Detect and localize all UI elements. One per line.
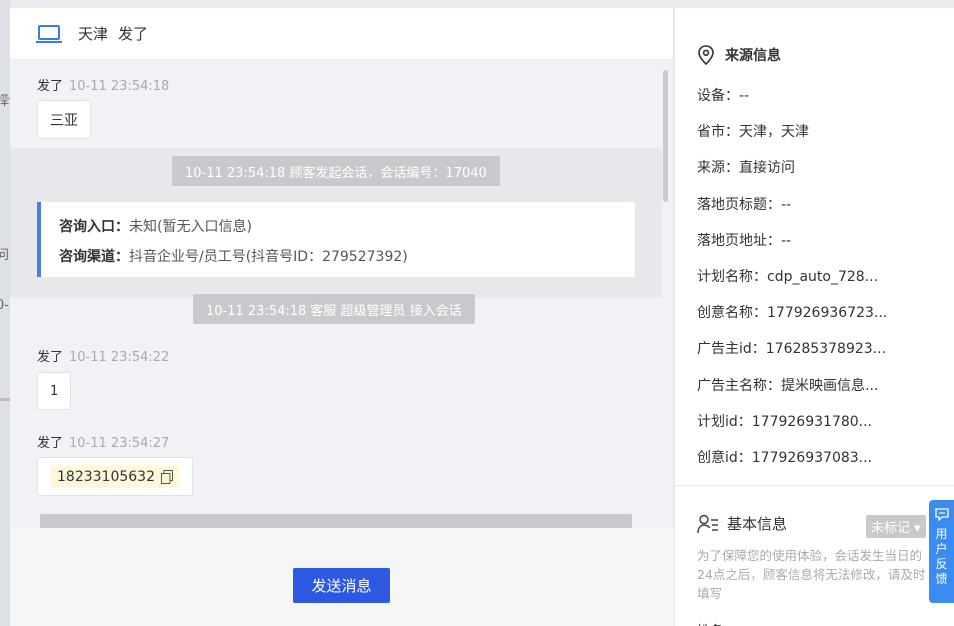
user-list-icon <box>697 514 718 533</box>
left-fragment-3: 0- <box>0 298 9 313</box>
info-landing-title: 落地页标题：-- <box>697 196 792 213</box>
mark-dropdown[interactable]: 未标记 ▾ <box>866 515 926 538</box>
message-bubble[interactable]: 三亚 <box>37 100 91 139</box>
info-advertiser-id: 广告主id：176285378923... <box>697 341 887 358</box>
info-device: 设备：-- <box>697 88 750 104</box>
user-feedback-button[interactable]: 用户反馈 <box>929 500 954 603</box>
composer: 发送消息 <box>10 528 674 626</box>
entry-value: 未知(暂无入口信息) <box>129 219 252 235</box>
laptop-icon <box>36 24 62 43</box>
phone-number[interactable]: 18233105632 <box>51 465 179 488</box>
left-fragment-2: 问 <box>0 248 10 263</box>
visitor-status: 发了 <box>118 25 149 43</box>
message-time: 10-11 23:54:27 <box>69 436 170 451</box>
name-field-label: 姓名 <box>697 620 723 626</box>
message-sender: 发了 <box>37 436 64 451</box>
visitor-location: 天津 <box>78 25 109 43</box>
message-time: 10-11 23:54:18 <box>69 79 170 94</box>
info-province-city: 省市：天津，天津 <box>697 124 809 141</box>
message-meta: 发了 10-11 23:54:22 <box>37 346 169 365</box>
entry-label: 咨询入口： <box>59 219 129 235</box>
message-meta: 发了 10-11 23:54:27 <box>37 432 169 451</box>
basic-info-label: 基本信息 <box>727 515 788 533</box>
system-message-join: 10-11 23:54:18 客服 超级管理员 接入会话 <box>193 294 475 324</box>
source-title: 来源信息 <box>725 48 781 64</box>
info-source: 来源：直接访问 <box>697 160 795 177</box>
system-message-start: 10-11 23:54:18 顾客发起会话，会话编号：17040 <box>172 156 500 186</box>
copy-icon[interactable] <box>160 469 173 484</box>
section-divider <box>675 485 954 486</box>
message-bubble[interactable]: 18233105632 <box>37 457 193 496</box>
basic-info-hint: 为了保障您的使用体验，会话发生当日的24点之后，顾客信息将无法修改，请及时填写 <box>697 548 926 601</box>
caret-down-icon: ▾ <box>910 521 921 536</box>
message-bubble[interactable]: 1 <box>37 372 72 410</box>
channel-value: 抖音企业号/员工号(抖音号ID：279527392) <box>129 249 408 265</box>
info-advertiser-name: 广告主名称：提米映画信息... <box>697 377 879 394</box>
source-section-title: 来源信息 <box>697 45 781 65</box>
message-time: 10-11 23:54:22 <box>69 350 170 365</box>
info-creative-name: 创意名称：177926936723... <box>697 305 888 322</box>
chat-header: 天津 发了 <box>10 8 673 60</box>
feedback-label: 用户反馈 <box>935 527 948 586</box>
entry-info-card: 咨询入口：未知(暂无入口信息) 咨询渠道：抖音企业号/员工号(抖音号ID：279… <box>37 202 635 277</box>
mark-dropdown-label: 未标记 <box>871 521 911 536</box>
info-landing-url: 落地页地址：-- <box>697 232 792 249</box>
scrollbar[interactable] <box>663 70 668 202</box>
channel-label: 咨询渠道： <box>59 249 129 265</box>
info-plan-name: 计划名称：cdp_auto_728... <box>697 268 879 285</box>
info-plan-id: 计划id：177926931780... <box>697 413 873 430</box>
send-button[interactable]: 发送消息 <box>293 568 390 603</box>
left-fragment-bar-2 <box>0 398 10 401</box>
basic-info-title: 基本信息 <box>697 513 787 534</box>
visitor-info-panel: 来源信息 设备：-- 省市：天津，天津 来源：直接访问 落地页标题：-- 落地页… <box>675 8 954 626</box>
left-panel-edge: 择 问 0- <box>0 0 10 626</box>
source-info-list: 设备：-- 省市：天津，天津 来源：直接访问 落地页标题：-- 落地页地址：--… <box>697 78 887 476</box>
chat-bubble-icon <box>934 508 949 521</box>
location-pin-icon <box>698 45 714 65</box>
channel-row: 咨询渠道：抖音企业号/员工号(抖音号ID：279527392) <box>59 242 617 272</box>
phone-number-text: 18233105632 <box>57 468 155 485</box>
message-meta: 发了 10-11 23:54:18 <box>37 75 169 94</box>
entry-row: 咨询入口：未知(暂无入口信息) <box>59 212 617 242</box>
left-fragment-bar <box>0 97 10 100</box>
info-creative-id: 创意id：177926937083... <box>697 449 873 466</box>
message-sender: 发了 <box>37 350 64 365</box>
message-list[interactable]: 发了 10-11 23:54:18 三亚 10-11 23:54:18 顾客发起会… <box>10 60 674 528</box>
chat-panel: 天津 发了 发了 10-11 23:54:18 三亚 10-11 23:54:18… <box>10 8 674 626</box>
system-message-cut <box>40 514 632 528</box>
message-sender: 发了 <box>37 79 64 94</box>
